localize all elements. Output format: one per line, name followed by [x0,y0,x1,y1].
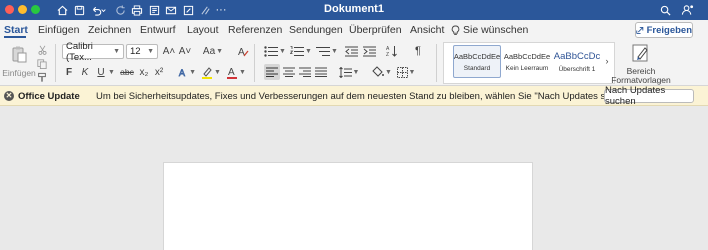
style-name: Kein Leerraum [505,64,549,72]
update-notification-bar: ✕ Office Update Um bei Sicherheitsupdate… [0,86,708,106]
share-icon [636,26,644,34]
tab-sendungen[interactable]: Sendungen [289,24,343,36]
chevron-down-icon: ▼ [147,48,154,55]
tab-referenzen[interactable]: Referenzen [228,24,282,36]
align-center-icon[interactable] [282,65,296,79]
paste-icon[interactable] [8,45,30,63]
style-sample: AaBbCcDc [553,50,601,62]
template-icon[interactable] [147,2,161,18]
bullets-icon[interactable]: ▼ [263,44,287,58]
justify-icon[interactable] [314,65,328,79]
change-case-button[interactable]: Aa ▼ [202,44,224,58]
style-ueberschrift-1[interactable]: AaBbCcDc Überschrift 1 [553,45,601,78]
cut-icon[interactable] [36,43,48,57]
style-kein-leerraum[interactable]: AaBbCcDdEe Kein Leerraum [503,45,551,78]
chevron-right-icon[interactable]: › [602,54,612,68]
grow-font-button[interactable]: A˄ [162,44,176,58]
save-icon[interactable] [72,2,86,18]
bold-button[interactable]: F [64,65,74,79]
tell-me-label: Sie wünschen [463,24,529,36]
font-name-value: Calibri (Tex... [66,40,93,63]
mail-icon[interactable] [164,2,178,18]
font-color-icon[interactable]: A ▼ [226,65,246,79]
dismiss-icon[interactable]: ✕ [4,91,14,101]
print-icon[interactable] [130,2,144,18]
decrease-indent-icon[interactable] [344,44,358,58]
font-name-select[interactable]: Calibri (Tex... ▼ [62,41,124,63]
tab-ansicht[interactable]: Ansicht [410,24,444,36]
account-icon[interactable] [679,2,695,18]
active-tab-indicator [4,36,26,38]
divider [254,44,255,82]
line-spacing-icon[interactable]: ▼ [338,65,360,79]
copy-icon[interactable] [36,57,48,71]
svg-text:Z: Z [386,52,389,57]
styles-pane-icon[interactable] [630,43,652,63]
clear-formatting-icon[interactable]: A [236,44,250,58]
text-effects-icon[interactable]: A ▼ [178,65,196,79]
more-commands-icon[interactable]: ··· [214,2,228,18]
format-painter-icon[interactable] [36,70,48,84]
show-formatting-icon[interactable]: ¶ [412,44,424,58]
font-size-value: 12 [130,46,141,57]
check-updates-button[interactable]: Nach Updates suchen [604,85,694,107]
divider [55,44,56,82]
font-size-select[interactable]: 12 ▼ [126,44,158,59]
brush-icon[interactable] [198,2,212,18]
notice-title: Office Update [18,91,80,102]
chevron-down-icon: ▼ [216,47,224,55]
subscript-button[interactable]: x₂ [138,65,150,79]
increase-indent-icon[interactable] [362,44,376,58]
tab-start[interactable]: Start [4,24,28,36]
edit-icon[interactable] [181,2,195,18]
shrink-font-button[interactable]: A˅ [178,44,192,58]
minimize-window-button[interactable] [18,5,27,14]
lightbulb-icon [451,25,460,35]
sort-icon[interactable]: AZ [385,44,399,58]
style-name: Überschrift 1 [558,65,596,73]
share-label: Freigeben [646,24,692,36]
title-bar: ··· Dokument1 [0,0,708,20]
redo-icon[interactable] [113,2,127,18]
change-case-label: Aa [202,45,216,57]
notice-message: Um bei Sicherheitsupdates, Fixes und Ver… [96,91,656,102]
superscript-button[interactable]: x² [153,65,165,79]
tab-zeichnen[interactable]: Zeichnen [88,24,131,36]
ribbon-tabs: Start Einfügen Zeichnen Entwurf Layout R… [0,20,708,40]
paste-label: Einfügen [2,68,36,78]
underline-button[interactable]: U [95,65,107,79]
zoom-window-button[interactable] [31,5,40,14]
italic-button[interactable]: K [80,65,90,79]
multilevel-list-icon[interactable]: ▼ [315,44,339,58]
home-icon[interactable] [55,2,69,18]
highlight-icon[interactable]: ▼ [201,65,221,79]
style-standard[interactable]: AaBbCcDdEe Standard [453,45,501,78]
tab-entwurf[interactable]: Entwurf [140,24,176,36]
search-icon[interactable] [658,2,672,18]
tab-ueberpruefen[interactable]: Überprüfen [349,24,402,36]
tell-me[interactable]: Sie wünschen [451,24,528,36]
tab-einfuegen[interactable]: Einfügen [38,24,79,36]
share-button[interactable]: Freigeben [635,22,693,38]
shading-icon[interactable]: ▼ [372,65,392,79]
svg-text:A: A [228,67,235,78]
divider [436,44,437,82]
document-page[interactable] [163,162,533,250]
align-left-icon[interactable] [264,64,280,80]
close-window-button[interactable] [5,5,14,14]
style-sample: AaBbCcDdEe [503,51,551,61]
underline-dropdown-icon[interactable]: ▼ [108,65,115,79]
align-right-icon[interactable] [298,65,312,79]
numbering-icon[interactable]: ▼ [289,44,313,58]
undo-icon[interactable] [89,2,107,18]
style-sample: AaBbCcDdEe [453,51,501,61]
strikethrough-button[interactable]: abc [119,65,135,79]
tab-layout[interactable]: Layout [187,24,219,36]
chevron-down-icon: ▼ [113,48,120,55]
borders-icon[interactable]: ▼ [396,65,416,79]
svg-text:A: A [179,68,186,78]
style-name: Standard [463,64,491,72]
